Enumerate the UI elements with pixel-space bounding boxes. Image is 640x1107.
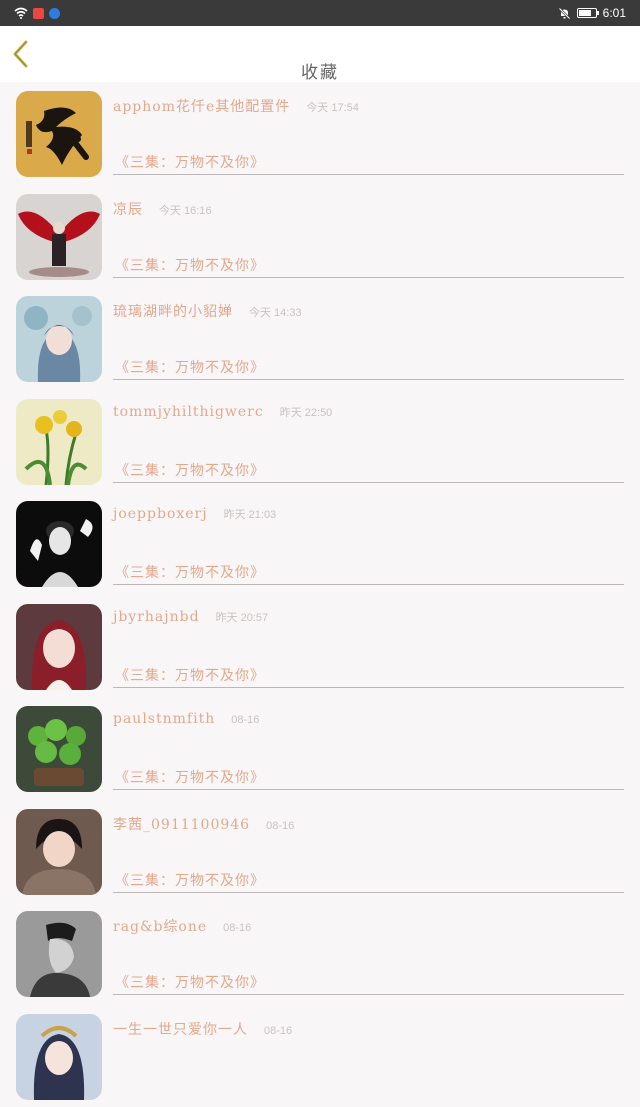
list-item[interactable]: apphom花仟e其他配置件 今天 17:54 《三集：万物不及你》: [0, 82, 640, 185]
mute-bell-icon: [558, 7, 571, 20]
item-subtitle: 《三集：万物不及你》: [115, 665, 265, 685]
item-time: 昨天 22:50: [280, 404, 333, 420]
man-side-profile-image: [16, 911, 102, 997]
divider: [113, 687, 624, 688]
item-time: 08-16: [264, 1025, 292, 1037]
status-icons-left: [14, 5, 60, 21]
status-bar: 6:01: [0, 0, 640, 26]
item-time: 08-16: [266, 820, 294, 832]
divider: [113, 892, 624, 893]
avatar[interactable]: [16, 91, 102, 177]
list-item[interactable]: jbyrhajnbd 昨天 20:57 《三集：万物不及你》: [0, 595, 640, 698]
item-username: apphom花仟e其他配置件: [113, 96, 290, 116]
item-time: 昨天 20:57: [216, 609, 269, 625]
divider: [113, 379, 624, 380]
divider: [113, 994, 624, 995]
divider: [113, 789, 624, 790]
divider: [113, 482, 624, 483]
avatar[interactable]: [16, 296, 102, 382]
wifi-icon: [14, 7, 28, 19]
item-username: rag&b综one: [113, 916, 207, 936]
avatar[interactable]: [16, 911, 102, 997]
item-subtitle: 《三集：万物不及你》: [115, 972, 265, 992]
battery-icon: [577, 8, 597, 18]
divider: [113, 277, 624, 278]
status-icons-right: 6:01: [558, 5, 626, 21]
fu-calligraphy-image: [16, 91, 102, 177]
item-subtitle: 《三集：万物不及你》: [115, 357, 265, 377]
list-item[interactable]: 琉璃湖畔的小貂婵 今天 14:33 《三集：万物不及你》: [0, 287, 640, 390]
child-portrait-image: [16, 809, 102, 895]
item-username: tommjyhilthigwerc: [113, 404, 264, 420]
item-subtitle: 《三集：万物不及你》: [115, 870, 265, 890]
clover-plant-image: [16, 706, 102, 792]
woman-red-hair-image: [16, 604, 102, 690]
list-item[interactable]: joeppboxerj 昨天 21:03 《三集：万物不及你》: [0, 492, 640, 595]
item-username: jbyrhajnbd: [113, 609, 200, 625]
item-username: 琉璃湖畔的小貂婵: [113, 301, 233, 321]
notification-shield-icon: [49, 8, 60, 19]
item-subtitle: 《三集：万物不及你》: [115, 152, 265, 172]
avatar[interactable]: [16, 706, 102, 792]
item-time: 今天 16:16: [159, 202, 212, 218]
costume-girl-image: [16, 1014, 102, 1100]
avatar[interactable]: [16, 604, 102, 690]
list-item[interactable]: paulstnmfith 08-16 《三集：万物不及你》: [0, 697, 640, 800]
item-username: 一生一世只爱你一人: [113, 1019, 248, 1039]
avatar[interactable]: [16, 399, 102, 485]
item-username: paulstnmfith: [113, 711, 215, 727]
item-subtitle: 《三集：万物不及你》: [115, 562, 265, 582]
divider: [113, 584, 624, 585]
item-username: 凉辰: [113, 199, 143, 219]
item-time: 今天 14:33: [249, 304, 302, 320]
avatar[interactable]: [16, 1014, 102, 1100]
avatar[interactable]: [16, 194, 102, 280]
item-subtitle: 《三集：万物不及你》: [115, 460, 265, 480]
page-title: 收藏: [0, 58, 640, 83]
item-time: 08-16: [231, 714, 259, 726]
item-username: 李茜_0911100946: [113, 814, 250, 834]
divider: [113, 174, 624, 175]
header-bar: 收藏: [0, 26, 640, 82]
list-item[interactable]: tommjyhilthigwerc 昨天 22:50 《三集：万物不及你》: [0, 390, 640, 493]
item-subtitle: 《三集：万物不及你》: [115, 255, 265, 275]
anime-girl-flowers-image: [16, 296, 102, 382]
avatar[interactable]: [16, 809, 102, 895]
avatar[interactable]: [16, 501, 102, 587]
status-time: 6:01: [603, 6, 626, 20]
list-item[interactable]: 李茜_0911100946 08-16 《三集：万物不及你》: [0, 800, 640, 903]
item-time: 08-16: [223, 922, 251, 934]
red-winged-angel-image: [16, 194, 102, 280]
list-item[interactable]: rag&b综one 08-16 《三集：万物不及你》: [0, 902, 640, 1005]
mime-black-white-image: [16, 501, 102, 587]
item-time: 今天 17:54: [306, 99, 359, 115]
list-item[interactable]: 凉辰 今天 16:16 《三集：万物不及你》: [0, 185, 640, 288]
item-time: 昨天 21:03: [224, 506, 277, 522]
notification-app-icon: [33, 8, 44, 19]
favorites-list: apphom花仟e其他配置件 今天 17:54 《三集：万物不及你》 凉辰 今天…: [0, 82, 640, 1107]
list-item[interactable]: 一生一世只爱你一人 08-16: [0, 1005, 640, 1107]
item-username: joeppboxerj: [113, 506, 208, 522]
item-subtitle: 《三集：万物不及你》: [115, 767, 265, 787]
yellow-lilies-painting-image: [16, 399, 102, 485]
